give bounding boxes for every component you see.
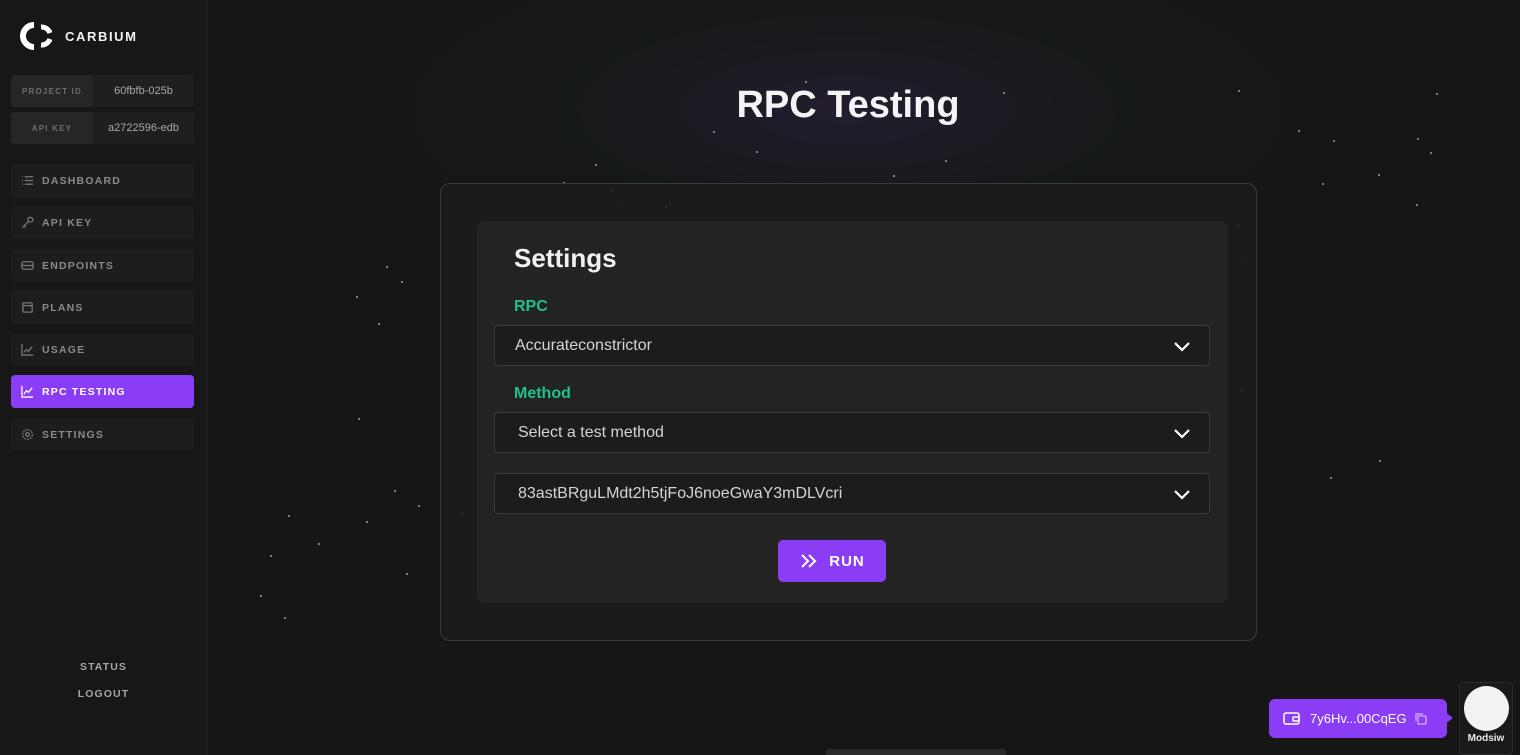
star-dot	[394, 490, 396, 492]
project-id-label: PROJECT ID	[11, 75, 93, 107]
wallet-icon	[1283, 712, 1300, 725]
star-dot	[406, 573, 408, 575]
key-icon	[21, 216, 34, 229]
wallet-button[interactable]: 7y6Hv...00CqEG	[1269, 699, 1447, 738]
project-id-row: PROJECT ID 60fbfb-025b	[11, 75, 194, 107]
star-dot	[1417, 138, 1419, 140]
sidebar-item-label: API KEY	[42, 216, 93, 229]
star-dot	[1430, 152, 1432, 154]
sidebar-item-usage[interactable]: USAGE	[11, 333, 194, 366]
star-dot	[893, 175, 895, 177]
page-title: RPC Testing	[736, 84, 960, 126]
star-dot	[945, 160, 947, 162]
star-dot	[1379, 460, 1381, 462]
sidebar-item-rpc-testing[interactable]: RPC TESTING	[11, 375, 194, 408]
main-area: RPC Testing Settings RPC Accurateconstri…	[208, 0, 1520, 755]
sidebar-item-label: DASHBOARD	[42, 174, 122, 187]
rpc-select-value: Accurateconstrictor	[515, 336, 652, 354]
sidebar-item-dashboard[interactable]: DASHBOARD	[11, 164, 194, 197]
method-select-value: Select a test method	[518, 423, 664, 441]
star-dot	[401, 281, 403, 283]
project-id-value[interactable]: 60fbfb-025b	[93, 75, 194, 107]
method-select[interactable]: Select a test method	[494, 412, 1210, 453]
wallet-pointer	[1444, 711, 1453, 725]
star-dot	[318, 543, 320, 545]
logout-link[interactable]: LOGOUT	[0, 688, 207, 700]
sidebar-item-label: USAGE	[42, 343, 86, 356]
sidebar-item-api-key[interactable]: API KEY	[11, 206, 194, 239]
api-key-label: API KEY	[11, 112, 93, 144]
param-select-value: 83astBRguLMdt2h5tjFoJ6noeGwaY3mDLVcri	[518, 484, 843, 502]
star-dot	[756, 151, 758, 153]
avatar[interactable]	[1464, 686, 1509, 731]
api-key-row: API KEY a2722596-edb	[11, 112, 194, 144]
sidebar-item-settings[interactable]: SETTINGS	[11, 418, 194, 451]
api-key-value[interactable]: a2722596-edb	[93, 112, 194, 144]
brand-name: CARBIUM	[65, 28, 138, 44]
drive-icon	[21, 259, 34, 272]
star-dot	[1333, 140, 1335, 142]
star-dot	[378, 323, 380, 325]
sidebar-item-plans[interactable]: PLANS	[11, 291, 194, 324]
chevron-down-icon	[1174, 341, 1190, 352]
box-icon	[21, 301, 34, 314]
chevron-down-icon	[1174, 489, 1190, 500]
rpc-select[interactable]: Accurateconstrictor	[494, 325, 1210, 366]
star-dot	[284, 617, 286, 619]
status-link[interactable]: STATUS	[0, 661, 207, 673]
sidebar-item-label: SETTINGS	[42, 428, 105, 441]
param-select[interactable]: 83astBRguLMdt2h5tjFoJ6noeGwaY3mDLVcri	[494, 473, 1210, 514]
star-dot	[260, 595, 262, 597]
gear-icon	[21, 428, 34, 441]
star-dot	[1322, 183, 1324, 185]
chart-icon	[21, 343, 34, 356]
run-button[interactable]: RUN	[778, 540, 886, 582]
star-dot	[270, 555, 272, 557]
star-dot	[595, 164, 597, 166]
wallet-address: 7y6Hv...00CqEG	[1310, 711, 1407, 726]
star-dot	[1330, 477, 1332, 479]
brand-logo[interactable]: CARBIUM	[19, 21, 138, 51]
star-dot	[366, 521, 368, 523]
star-dot	[386, 266, 388, 268]
sidebar: CARBIUM PROJECT ID 60fbfb-025b API KEY a…	[0, 0, 207, 755]
user-name: Modsiw	[1467, 733, 1505, 744]
list-icon	[21, 174, 34, 187]
sidebar-item-label: PLANS	[42, 301, 84, 314]
rpc-label: RPC	[514, 298, 548, 315]
run-button-label: RUN	[829, 552, 865, 570]
star-dot	[713, 131, 715, 133]
carbium-logo-icon	[20, 22, 53, 50]
method-label: Method	[514, 385, 571, 402]
star-dot	[1416, 204, 1418, 206]
star-dot	[1378, 174, 1380, 176]
star-dot	[805, 81, 807, 83]
double-chevron-right-icon	[801, 554, 817, 568]
star-dot	[418, 505, 420, 507]
sidebar-item-endpoints[interactable]: ENDPOINTS	[11, 249, 194, 282]
sidebar-item-label: ENDPOINTS	[42, 259, 115, 272]
copy-icon[interactable]	[1414, 712, 1427, 725]
star-dot	[358, 418, 360, 420]
star-dot	[1298, 130, 1300, 132]
star-dot	[356, 296, 358, 298]
settings-title: Settings	[514, 243, 617, 273]
sidebar-item-label: RPC TESTING	[42, 385, 126, 398]
chevron-down-icon	[1174, 428, 1190, 439]
star-dot	[288, 515, 290, 517]
bottom-handle	[826, 749, 1006, 755]
chart-line-icon	[21, 385, 34, 398]
